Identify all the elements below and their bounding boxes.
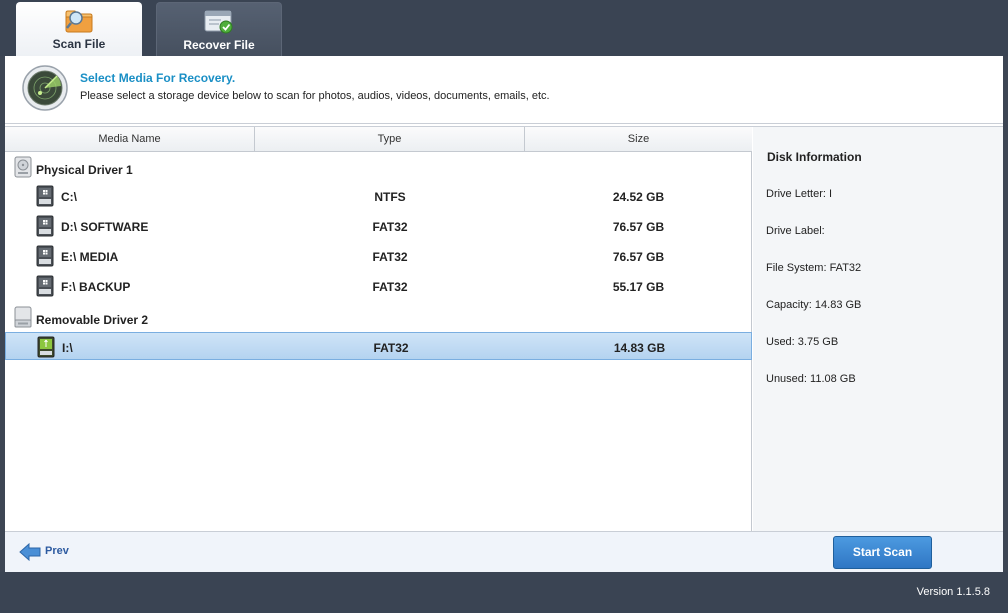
usb-drive-icon — [37, 336, 55, 358]
prev-label: Prev — [45, 545, 69, 557]
group-label: Removable Driver 2 — [36, 313, 149, 327]
radar-scan-icon — [22, 65, 68, 111]
drive-size: 76.57 GB — [612, 220, 665, 234]
status-bar: Version 1.1.5.8 — [0, 572, 1008, 613]
top-tab-bar: Scan File Recover File — [0, 0, 1008, 56]
drive-name: E:\ MEDIA — [61, 250, 119, 264]
start-scan-button[interactable]: Start Scan — [833, 536, 932, 569]
drive-name: C:\ — [61, 190, 77, 204]
disk-info-title: Disk Information — [767, 150, 862, 164]
disk-information-panel: Disk Information Drive Letter: I Drive L… — [753, 127, 1003, 532]
table-row-selected[interactable]: I:\ FAT32 14.83 GB — [5, 332, 752, 360]
drive-icon — [36, 215, 54, 237]
hard-drive-icon — [14, 156, 32, 178]
removable-drive-icon — [14, 306, 32, 328]
table-row[interactable]: C:\ NTFS 24.52 GB — [5, 182, 752, 210]
tab-recover-file[interactable]: Recover File — [156, 2, 282, 56]
main-frame: Select Media For Recovery. Please select… — [5, 56, 1003, 572]
disk-info-used: Used: 3.75 GB — [766, 336, 839, 348]
drive-icon — [36, 275, 54, 297]
footer-bar: Prev Start Scan — [5, 531, 1003, 572]
table-row[interactable]: F:\ BACKUP FAT32 55.17 GB — [5, 272, 752, 300]
disk-info-unused: Unused: 11.08 GB — [766, 373, 856, 385]
tab-scan-file-label: Scan File — [52, 37, 106, 51]
instruction-header: Select Media For Recovery. Please select… — [5, 56, 1003, 124]
disk-info-file-system: File System: FAT32 — [766, 262, 862, 274]
header-subtitle: Please select a storage device below to … — [80, 90, 550, 102]
drive-type: FAT32 — [372, 220, 408, 234]
version-text: Version 1.1.5.8 — [916, 586, 990, 598]
drive-size: 76.57 GB — [612, 250, 665, 264]
drive-name: F:\ BACKUP — [61, 280, 131, 294]
media-table: Media Name Type Size Physical Driver 1 C… — [5, 127, 752, 532]
header-title: Select Media For Recovery. — [80, 71, 236, 85]
disk-info-drive-label: Drive Label: — [766, 225, 825, 237]
table-row[interactable]: D:\ SOFTWARE FAT32 76.57 GB — [5, 212, 752, 240]
column-header-media-name[interactable]: Media Name — [5, 127, 255, 152]
tab-recover-file-label: Recover File — [183, 38, 255, 52]
drive-icon — [36, 185, 54, 207]
tab-scan-file[interactable]: Scan File — [16, 2, 142, 56]
folder-scan-icon — [65, 10, 93, 33]
disk-info-capacity: Capacity: 14.83 GB — [766, 299, 862, 311]
drive-size: 55.17 GB — [612, 280, 665, 294]
recover-icon — [204, 10, 233, 34]
drive-icon — [36, 245, 54, 267]
drive-type: FAT32 — [372, 250, 408, 264]
drive-size: 14.83 GB — [613, 341, 666, 355]
group-label: Physical Driver 1 — [36, 163, 133, 177]
drive-type: FAT32 — [372, 280, 408, 294]
arrow-left-icon — [19, 543, 41, 561]
column-header-type[interactable]: Type — [255, 127, 525, 152]
drive-name: D:\ SOFTWARE — [61, 220, 149, 234]
table-header: Media Name Type Size — [5, 127, 752, 152]
column-header-size[interactable]: Size — [525, 127, 752, 152]
drive-type: FAT32 — [373, 341, 409, 355]
main-content: Media Name Type Size Physical Driver 1 C… — [5, 126, 1003, 532]
drive-type: NTFS — [374, 190, 406, 204]
disk-info-drive-letter: Drive Letter: I — [766, 188, 833, 200]
table-row[interactable]: E:\ MEDIA FAT32 76.57 GB — [5, 242, 752, 270]
drive-name: I:\ — [62, 341, 73, 355]
drive-size: 24.52 GB — [612, 190, 665, 204]
